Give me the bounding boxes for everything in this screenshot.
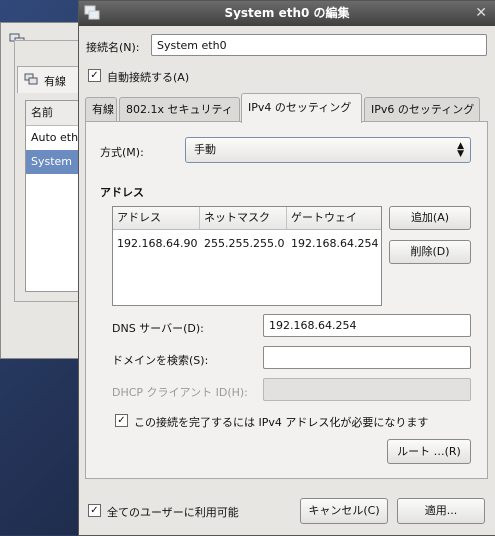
column-gateway[interactable]: ゲートウェイ: [287, 207, 381, 229]
connection-name-label: 接続名(N):: [86, 41, 140, 54]
require-ipv4-checkbox[interactable]: ✓: [115, 414, 128, 427]
cancel-button[interactable]: キャンセル(C): [300, 498, 388, 524]
require-ipv4-label: この接続を完了するには IPv4 アドレス化が必要になります: [134, 416, 429, 429]
chevron-up-down-icon: ▲ ▼: [457, 141, 464, 159]
edit-connection-dialog: System eth0 の編集 ✕ 接続名(N): System eth0 ✓ …: [78, 0, 495, 536]
window-title: System eth0 の編集: [224, 6, 350, 20]
all-users-checkbox[interactable]: ✓: [88, 504, 101, 517]
tab-wired[interactable]: 有線: [85, 97, 117, 121]
search-domains-label: ドメインを検索(S):: [112, 354, 209, 367]
address-table[interactable]: アドレス ネットマスク ゲートウェイ 192.168.64.90 255.255…: [112, 206, 382, 306]
routes-button[interactable]: ルート …(R): [387, 439, 471, 464]
network-icon: [24, 73, 38, 85]
cell-address[interactable]: 192.168.64.90: [113, 235, 197, 253]
cell-netmask[interactable]: 255.255.255.0: [200, 235, 284, 253]
tab-label: 有線: [44, 75, 66, 88]
method-value: 手動: [194, 143, 216, 156]
auto-connect-label: 自動接続する(A): [107, 71, 190, 84]
dns-servers-input[interactable]: 192.168.64.254: [263, 314, 471, 337]
apply-button[interactable]: 適用...: [397, 498, 485, 524]
all-users-label: 全てのユーザーに利用可能: [107, 506, 239, 519]
tab-ipv4-settings[interactable]: IPv4 のセッティング: [241, 93, 362, 123]
tab-8021x-security[interactable]: 802.1x セキュリティ: [119, 97, 240, 121]
delete-address-button[interactable]: 削除(D): [389, 240, 471, 264]
method-select[interactable]: 手動 ▲ ▼: [185, 137, 471, 163]
column-address[interactable]: アドレス: [113, 207, 200, 229]
cell-gateway[interactable]: 192.168.64.254: [287, 235, 378, 253]
close-icon[interactable]: ✕: [475, 1, 487, 26]
auto-connect-checkbox[interactable]: ✓: [88, 69, 101, 82]
search-domains-input[interactable]: [263, 346, 471, 369]
network-icon: [84, 5, 100, 20]
add-address-button[interactable]: 追加(A): [389, 206, 471, 230]
address-table-header: アドレス ネットマスク ゲートウェイ: [113, 207, 381, 230]
column-netmask[interactable]: ネットマスク: [200, 207, 287, 229]
dhcp-client-id-input: [263, 378, 471, 401]
dhcp-client-id-label: DHCP クライアント ID(H):: [112, 386, 248, 399]
method-label: 方式(M):: [100, 146, 144, 159]
dns-servers-label: DNS サーバー(D):: [112, 322, 204, 335]
tab-ipv6-settings[interactable]: IPv6 のセッティング: [364, 97, 480, 121]
title-bar[interactable]: System eth0 の編集 ✕: [79, 1, 495, 26]
address-section-title: アドレス: [100, 186, 144, 199]
connection-name-input[interactable]: System eth0: [151, 34, 487, 56]
